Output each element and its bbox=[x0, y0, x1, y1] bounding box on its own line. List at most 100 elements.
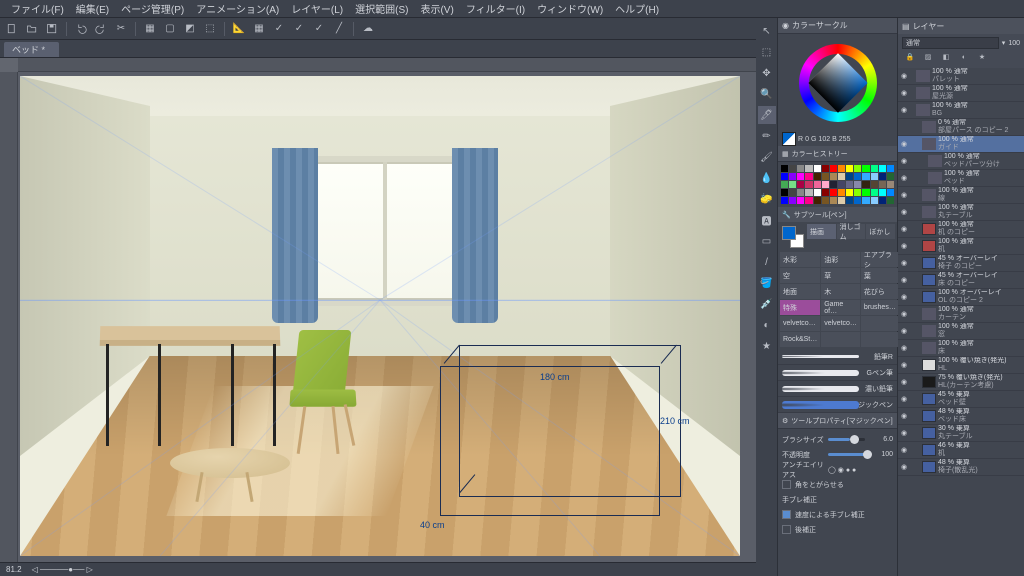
opacity-slider[interactable] bbox=[828, 453, 865, 456]
menu-item[interactable]: アニメーション(A) bbox=[191, 1, 284, 16]
subtool-tab[interactable]: 消しゴム bbox=[837, 224, 866, 239]
document-tab[interactable]: ベッド * bbox=[4, 42, 59, 57]
visibility-icon[interactable]: ◉ bbox=[898, 89, 910, 97]
menu-item[interactable]: フィルター(I) bbox=[461, 1, 530, 16]
snap3-icon[interactable]: ✓ bbox=[311, 21, 327, 37]
visibility-icon[interactable]: ◉ bbox=[898, 174, 910, 182]
layer-row[interactable]: ◉100 % 通常ガイド bbox=[898, 136, 1024, 153]
tool-icon[interactable]: ⬚ bbox=[758, 43, 776, 61]
layer-row[interactable]: ◉100 % 通常BG bbox=[898, 102, 1024, 119]
visibility-icon[interactable]: ◉ bbox=[898, 429, 910, 437]
layer-row[interactable]: ◉100 % 通常丸テーブル bbox=[898, 204, 1024, 221]
layer-row[interactable]: ◉45 % オーバーレイ床 のコピー bbox=[898, 272, 1024, 289]
layer-row[interactable]: ◉100 % 通常線 bbox=[898, 187, 1024, 204]
post-checkbox[interactable] bbox=[782, 525, 791, 534]
fg-bg-color[interactable] bbox=[782, 226, 804, 248]
save-icon[interactable] bbox=[44, 21, 60, 37]
subtool-tab[interactable]: 描画 bbox=[807, 224, 836, 239]
tool-preset[interactable]: velvetco… bbox=[821, 316, 860, 331]
color-swatch[interactable] bbox=[782, 132, 796, 146]
tool-preset[interactable]: Game of… bbox=[821, 300, 860, 315]
layer-row[interactable]: ◉45 % 乗算ベッド壁 bbox=[898, 391, 1024, 408]
tool-preset[interactable]: 花びら bbox=[861, 284, 899, 299]
layer-row[interactable]: ◉100 % 覆い焼き(発光)HL bbox=[898, 357, 1024, 374]
layer-row[interactable]: ◉100 % 通常机 bbox=[898, 238, 1024, 255]
ruler-icon[interactable]: 📐 bbox=[231, 21, 247, 37]
snap-icon[interactable]: ✓ bbox=[271, 21, 287, 37]
menu-item[interactable]: 表示(V) bbox=[415, 1, 458, 16]
visibility-icon[interactable]: ◉ bbox=[898, 310, 910, 318]
brush-preset[interactable]: マジックペン bbox=[778, 397, 897, 413]
blend-mode-select[interactable]: 通常 bbox=[902, 37, 999, 49]
visibility-icon[interactable]: ◉ bbox=[898, 344, 910, 352]
visibility-icon[interactable]: ◉ bbox=[898, 395, 910, 403]
aa-option[interactable]: ◯ ◉ ● ● bbox=[828, 466, 856, 474]
menu-item[interactable]: ファイル(F) bbox=[6, 1, 69, 16]
visibility-icon[interactable]: ◉ bbox=[898, 140, 910, 148]
layer-row[interactable]: ◉46 % 乗算机 bbox=[898, 442, 1024, 459]
layer-row[interactable]: 0 % 通常部屋パース のコピー 2 bbox=[898, 119, 1024, 136]
tool-preset[interactable]: 特殊 bbox=[780, 300, 820, 315]
tool-preset[interactable]: Rock&St… bbox=[780, 332, 820, 347]
color-swatches[interactable] bbox=[778, 162, 897, 207]
brush-size-slider[interactable] bbox=[828, 438, 865, 441]
layer-row[interactable]: ◉45 % オーバーレイ椅子 のコピー bbox=[898, 255, 1024, 272]
line-icon[interactable]: ╱ bbox=[331, 21, 347, 37]
visibility-icon[interactable]: ◉ bbox=[898, 327, 910, 335]
tool-preset[interactable] bbox=[861, 332, 899, 347]
tool-preset[interactable] bbox=[821, 332, 860, 347]
visibility-icon[interactable]: ◉ bbox=[898, 157, 910, 165]
layer-row[interactable]: ◉100 % 通常机 のコピー bbox=[898, 221, 1024, 238]
tool-preset[interactable]: エアブラシ bbox=[861, 252, 899, 267]
redo-icon[interactable] bbox=[93, 21, 109, 37]
menu-item[interactable]: 編集(E) bbox=[71, 1, 114, 16]
snap2-icon[interactable]: ✓ bbox=[291, 21, 307, 37]
brush-preset[interactable]: 濃い鉛筆 bbox=[778, 381, 897, 397]
visibility-icon[interactable]: ◉ bbox=[898, 412, 910, 420]
menu-item[interactable]: レイヤー(L) bbox=[286, 1, 348, 16]
tool-preset[interactable]: velvetco… bbox=[780, 316, 820, 331]
tool-icon[interactable]: ▭ bbox=[758, 232, 776, 250]
tool-preset[interactable]: 地面 bbox=[780, 284, 820, 299]
brush-preset[interactable]: Gペン筆 bbox=[778, 365, 897, 381]
visibility-icon[interactable]: ◉ bbox=[898, 225, 910, 233]
tool-preset[interactable]: 草 bbox=[821, 268, 860, 283]
tool-icon[interactable]: ↖ bbox=[758, 22, 776, 40]
menu-item[interactable]: ページ管理(P) bbox=[116, 1, 189, 16]
tool-preset[interactable]: brushes… bbox=[861, 300, 899, 315]
cut-icon[interactable]: ✂ bbox=[113, 21, 129, 37]
tool-preset[interactable]: 水彩 bbox=[780, 252, 820, 267]
speed-checkbox[interactable] bbox=[782, 510, 791, 519]
undo-icon[interactable] bbox=[73, 21, 89, 37]
brush-preset[interactable]: 鉛筆R bbox=[778, 349, 897, 365]
visibility-icon[interactable]: ◉ bbox=[898, 259, 910, 267]
tool-preset[interactable]: 油彩 bbox=[821, 252, 860, 267]
ref-icon[interactable]: ★ bbox=[974, 49, 990, 65]
layer-row[interactable]: ◉100 % 通常カーテン bbox=[898, 306, 1024, 323]
layer-row[interactable]: ◉100 % 通常パレット bbox=[898, 68, 1024, 85]
select-all-icon[interactable]: ▦ bbox=[142, 21, 158, 37]
deselect-icon[interactable]: ▢ bbox=[162, 21, 178, 37]
tool-icon[interactable]: 💧 bbox=[758, 169, 776, 187]
visibility-icon[interactable]: ◉ bbox=[898, 208, 910, 216]
tool-preset[interactable]: 木 bbox=[821, 284, 860, 299]
invert-icon[interactable]: ◩ bbox=[182, 21, 198, 37]
tool-icon[interactable]: ◐ bbox=[758, 316, 776, 334]
new-icon[interactable] bbox=[4, 21, 20, 37]
tool-icon[interactable]: 🧽 bbox=[758, 190, 776, 208]
visibility-icon[interactable]: ◉ bbox=[898, 378, 910, 386]
mask-icon[interactable]: ◐ bbox=[956, 49, 972, 65]
layer-row[interactable]: ◉48 % 乗算ベッド床 bbox=[898, 408, 1024, 425]
tool-icon[interactable]: ★ bbox=[758, 337, 776, 355]
layer-row[interactable]: ◉30 % 乗算丸テーブル bbox=[898, 425, 1024, 442]
cloud-icon[interactable]: ☁ bbox=[360, 21, 376, 37]
tool-preset[interactable] bbox=[861, 316, 899, 331]
tool-icon[interactable]: 🖌 bbox=[758, 148, 776, 166]
tool-icon[interactable]: 💉 bbox=[758, 295, 776, 313]
layer-row[interactable]: ◉100 % 通常ベッドパーツ分け bbox=[898, 153, 1024, 170]
visibility-icon[interactable]: ◉ bbox=[898, 463, 910, 471]
bed-bounding-box[interactable] bbox=[440, 366, 660, 516]
layer-row[interactable]: ◉100 % 通常ベッド bbox=[898, 170, 1024, 187]
visibility-icon[interactable]: ◉ bbox=[898, 242, 910, 250]
round-checkbox[interactable] bbox=[782, 480, 791, 489]
